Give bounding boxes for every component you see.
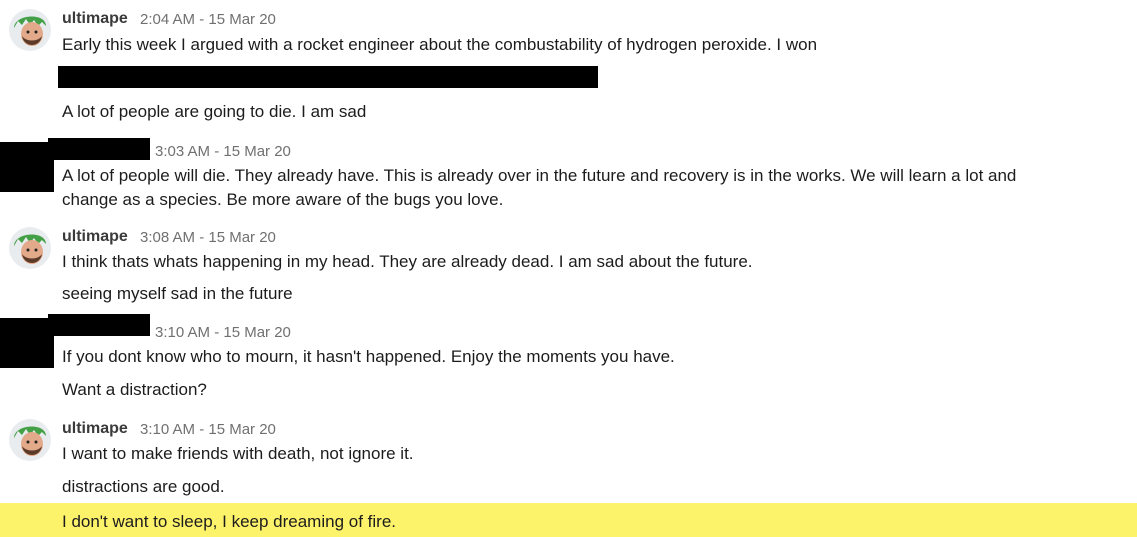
message-text: I want to make friends with death, not i… xyxy=(62,444,414,463)
message-text-highlighted: I don't want to sleep, I keep dreaming o… xyxy=(62,512,396,531)
redacted-author-name xyxy=(48,314,150,336)
message-text: A lot of people are going to die. I am s… xyxy=(62,102,367,121)
redacted-avatar xyxy=(0,318,54,368)
avatar-icon[interactable] xyxy=(8,418,52,462)
message-text: If you dont know who to mourn, it hasn't… xyxy=(62,347,675,366)
message-text: Early this week I argued with a rocket e… xyxy=(62,35,818,54)
message-text: I think thats whats happening in my head… xyxy=(62,252,753,271)
timestamp[interactable]: 2:04 AM - 15 Mar 20 xyxy=(140,11,276,28)
timestamp[interactable]: 3:10 AM - 15 Mar 20 xyxy=(155,324,291,341)
redacted-author-name xyxy=(48,138,150,160)
avatar-icon[interactable] xyxy=(8,8,52,52)
message-text: seeing myself sad in the future xyxy=(62,284,293,303)
avatar-icon[interactable] xyxy=(8,226,52,270)
message-text: change as a species. Be more aware of th… xyxy=(62,190,504,209)
timestamp[interactable]: 3:10 AM - 15 Mar 20 xyxy=(140,421,276,438)
redaction-bar xyxy=(58,66,598,88)
redacted-avatar xyxy=(0,142,54,192)
message-text: Want a distraction? xyxy=(62,380,207,399)
author-name[interactable]: ultimape xyxy=(62,228,128,246)
author-name[interactable]: ultimape xyxy=(62,10,128,28)
timestamp[interactable]: 3:08 AM - 15 Mar 20 xyxy=(140,229,276,246)
author-name[interactable]: ultimape xyxy=(62,420,128,438)
timestamp[interactable]: 3:03 AM - 15 Mar 20 xyxy=(155,143,291,160)
message-text: distractions are good. xyxy=(62,477,225,496)
message-text: A lot of people will die. They already h… xyxy=(62,166,1017,185)
